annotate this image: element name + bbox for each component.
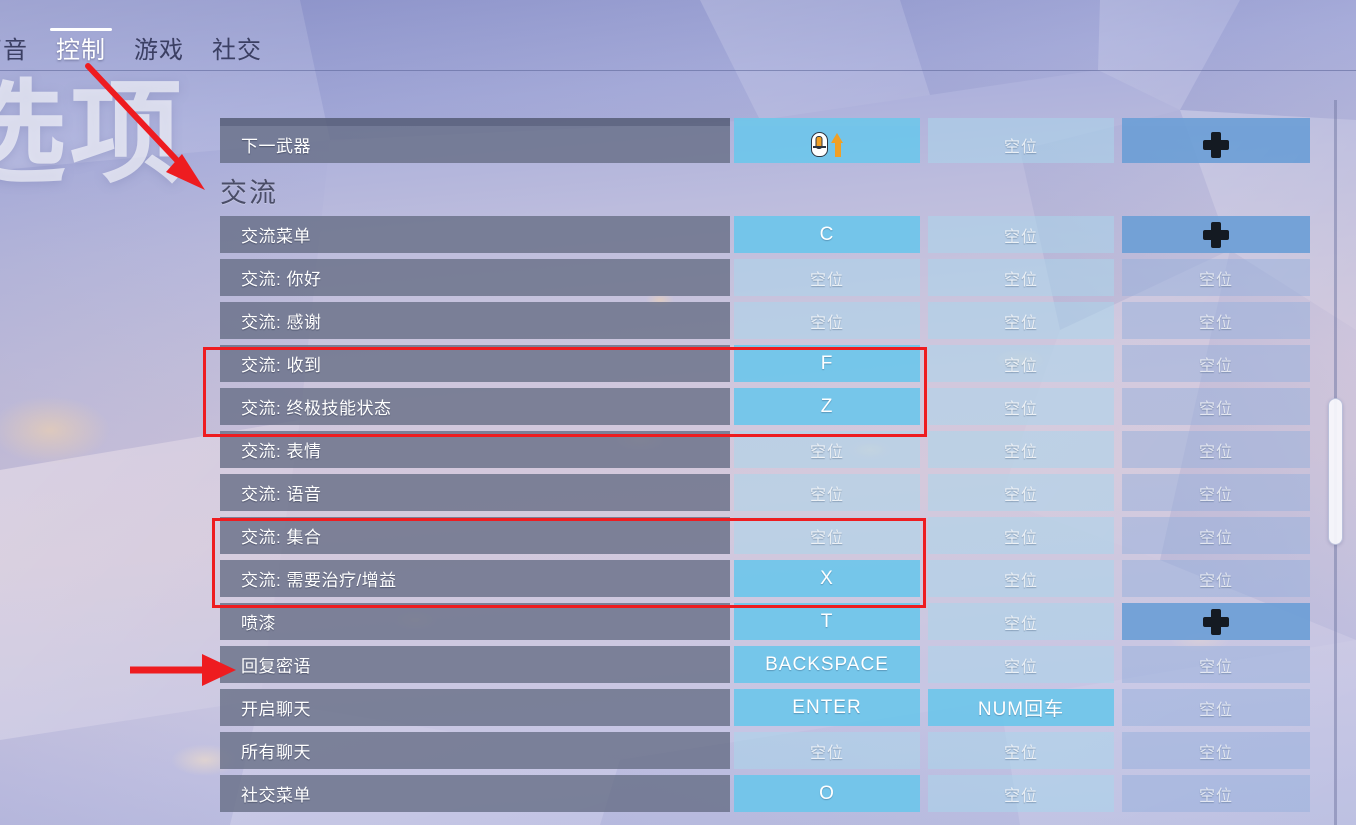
- annotation-arrow-to-reply-whisper: [130, 654, 236, 686]
